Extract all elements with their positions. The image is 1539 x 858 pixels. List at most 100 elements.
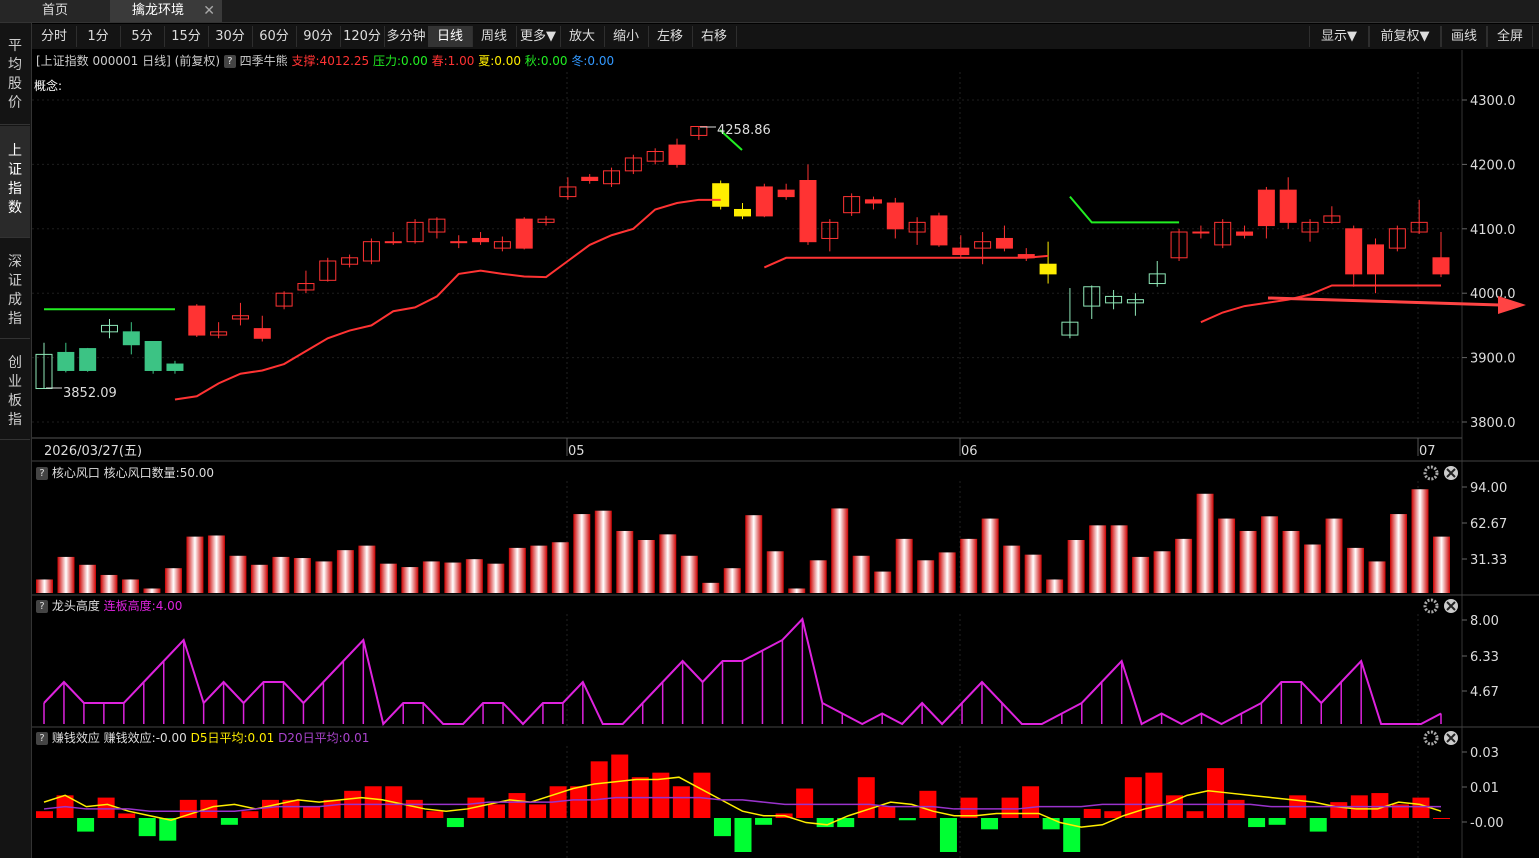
pressure-line [1069, 195, 1180, 224]
candle [886, 202, 904, 230]
panel3-bar [1330, 802, 1348, 818]
panel1-axis-label: 62.67 [1470, 517, 1507, 532]
panel1-bar [487, 563, 505, 593]
stock-chart[interactable]: 05 06 072026/03/27(五)4300.04200.04100.0400… [0, 0, 1539, 858]
panel3-bar [220, 818, 238, 825]
panel3-bar [939, 818, 957, 852]
panel1-bar [444, 562, 462, 593]
panel3-bar [960, 797, 978, 818]
candle [995, 237, 1013, 249]
panel1-bar [1368, 561, 1386, 593]
panel3-bar [1001, 797, 1019, 818]
panel1-bar [315, 561, 333, 593]
panel3-bar [1042, 818, 1060, 830]
panel3-bar [1248, 818, 1266, 828]
panel1-bar [1218, 518, 1236, 593]
candle [1345, 228, 1363, 275]
gear-icon[interactable] [1423, 730, 1439, 746]
candle [188, 305, 206, 336]
panel1-bar [1067, 540, 1085, 593]
panel3-bar [261, 799, 279, 818]
price-axis-label: 3900.0 [1470, 352, 1516, 367]
candle [1432, 257, 1450, 275]
panel1-axis-label: 31.33 [1470, 553, 1507, 568]
panel1-bar [1282, 530, 1300, 593]
panel1-bar [1433, 536, 1450, 593]
candle [79, 348, 97, 371]
panel3-bar [138, 818, 156, 837]
panel1-bar [143, 588, 161, 593]
candle [734, 208, 751, 217]
panel1-bar [1196, 493, 1214, 593]
panel1-bar [465, 559, 483, 593]
support-line [1200, 284, 1441, 324]
candle [1257, 189, 1275, 227]
panel3-bar [878, 806, 896, 818]
panel1-bar [1132, 556, 1150, 593]
panel1-bar [637, 540, 655, 593]
panel1-bar [422, 561, 440, 593]
panel3-bar [570, 786, 588, 818]
panel1-bar [57, 556, 75, 593]
candle [864, 199, 882, 204]
panel3-bar [200, 799, 218, 818]
panel1-bar [336, 550, 354, 593]
support-line [174, 198, 721, 401]
panel3-bar [508, 793, 526, 818]
panel1-bar [809, 560, 827, 593]
gear-icon[interactable] [1423, 598, 1439, 614]
candle [122, 331, 140, 346]
panel3-bar [426, 811, 444, 818]
candle [384, 241, 402, 244]
panel1-bar [186, 536, 204, 593]
panel1-bar [895, 538, 913, 593]
panel1-bar [960, 538, 978, 593]
panel1-bar [250, 564, 268, 593]
month-label: 05 [568, 444, 585, 459]
panel2-axis-label: 4.67 [1470, 685, 1499, 700]
panel3-bar [981, 818, 999, 830]
panel3-bar [898, 818, 916, 821]
panel3-bar [1186, 811, 1204, 818]
panel1-bar [745, 515, 763, 593]
panel1-bar [1175, 538, 1193, 593]
candle [1367, 244, 1385, 275]
panel1-bar [874, 571, 892, 593]
panel3-bar [159, 818, 177, 841]
panel1-bar [1325, 518, 1343, 593]
panel1-bar [1390, 514, 1408, 593]
panel1-bar [272, 556, 290, 593]
candle [472, 237, 490, 243]
panel1-bar [1110, 525, 1128, 593]
panel1-bar [1347, 547, 1365, 593]
panel1-bar [831, 508, 849, 593]
price-axis-label: 4200.0 [1470, 158, 1516, 173]
panel3-bar [611, 754, 629, 818]
panel1-bar [164, 568, 182, 593]
candle [930, 215, 948, 246]
panel3-bar [1083, 808, 1101, 818]
panel3-bar [672, 786, 690, 818]
support-line [763, 254, 1049, 269]
candle [450, 241, 468, 244]
panel3-bar [77, 818, 95, 832]
panel1-bar [917, 560, 935, 593]
gear-icon[interactable] [1423, 465, 1439, 481]
panel3-bar [755, 818, 773, 825]
price-axis-label: 4300.0 [1470, 94, 1516, 109]
panel3-bar [303, 806, 321, 818]
panel3-bar [446, 818, 464, 828]
panel3-axis-label: 0.01 [1470, 781, 1499, 796]
panel1-bar [530, 545, 548, 593]
panel1-bar [1304, 544, 1322, 593]
price-axis-label: 3800.0 [1470, 416, 1516, 431]
panel1-bar [938, 552, 956, 593]
panel1-bar [358, 545, 376, 593]
panel1-bar [1153, 551, 1171, 593]
candle [1039, 263, 1057, 275]
panel3-bar [1227, 799, 1245, 818]
panel1-axis-label: 94.00 [1470, 481, 1507, 496]
panel1-bar [594, 510, 612, 593]
panel1-bar [1089, 525, 1107, 593]
panel1-bar [207, 535, 225, 593]
